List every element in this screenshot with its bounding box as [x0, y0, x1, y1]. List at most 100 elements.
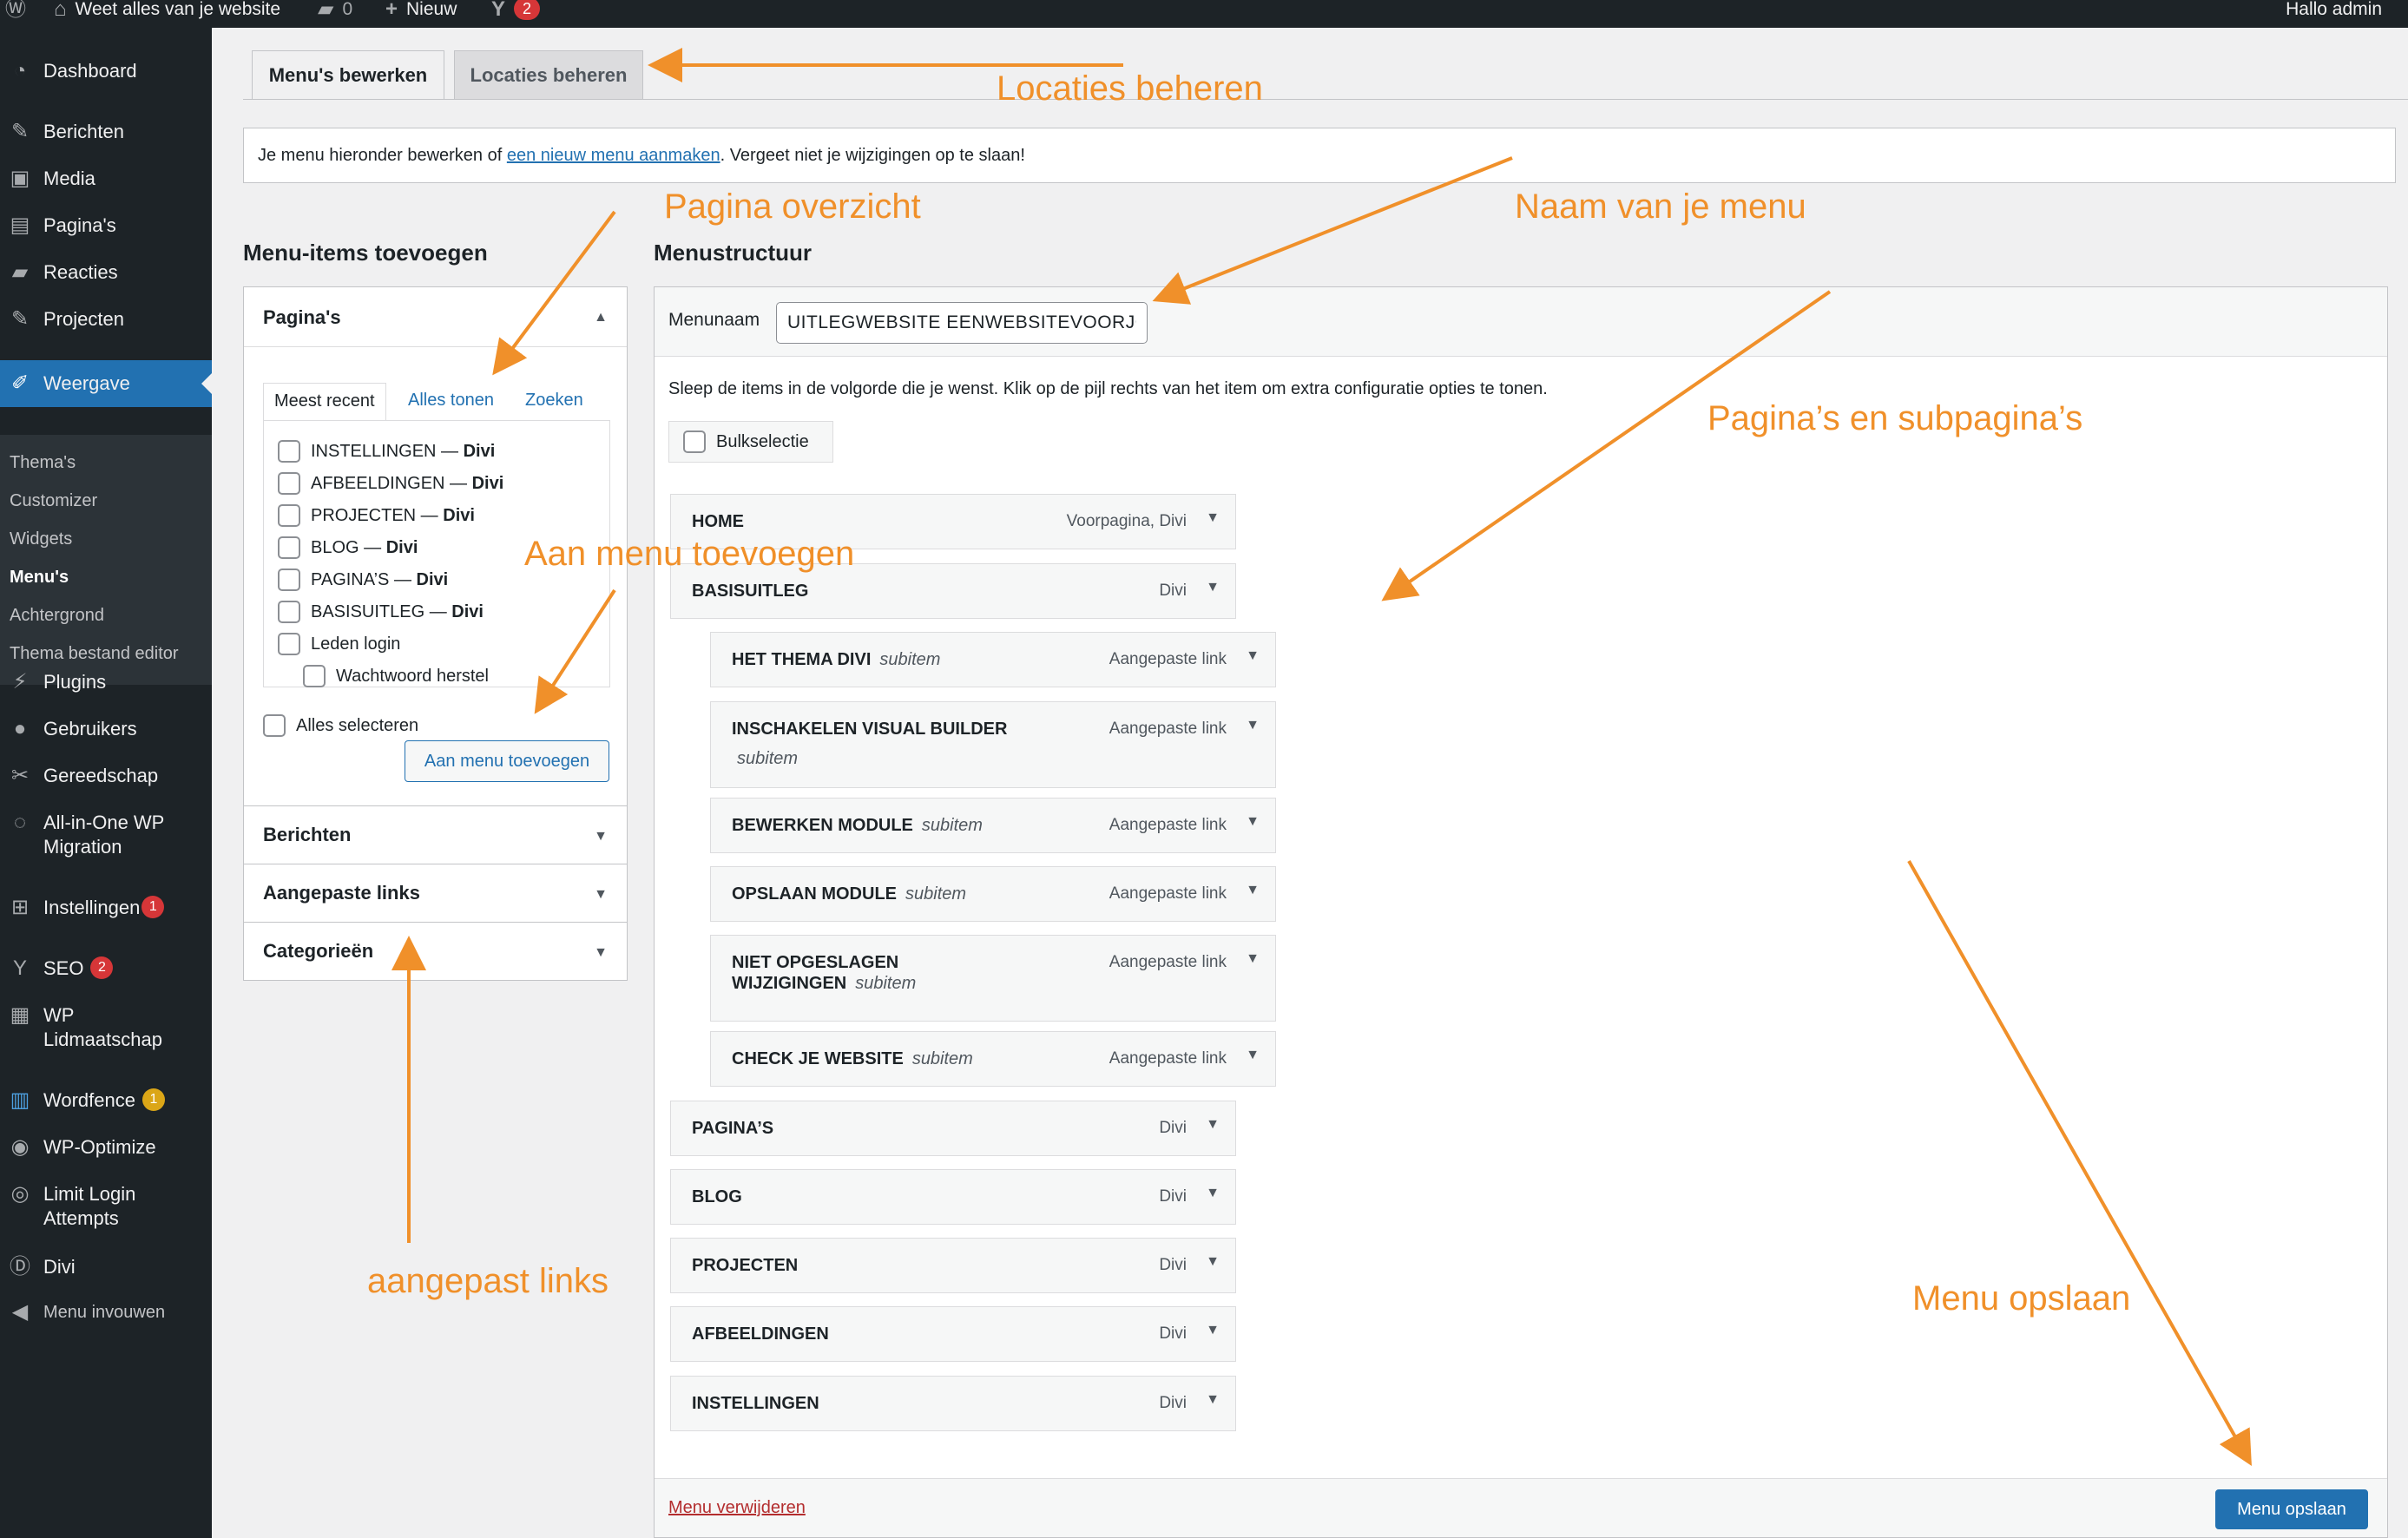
list-item[interactable]: PROJECTEN — Divi: [278, 504, 475, 527]
sidebar-item-projecten[interactable]: ✎ Projecten: [0, 307, 212, 332]
submenu-widgets[interactable]: Widgets: [10, 529, 72, 549]
submenu-customizer[interactable]: Customizer: [10, 490, 97, 511]
sidebar-item-berichten[interactable]: ✎ Berichten: [0, 120, 212, 144]
sidebar-item-gereedschap[interactable]: ✂ Gereedschap: [0, 764, 212, 788]
posts-section[interactable]: Berichten ▼: [243, 805, 628, 864]
sidebar-item-weergave[interactable]: ✐ Weergave: [0, 360, 212, 407]
sidebar-item-dashboard[interactable]: ◔ Dashboard: [0, 59, 212, 83]
list-item[interactable]: INSTELLINGEN — Divi: [278, 440, 495, 463]
annotation-menu-name: Naam van je menu: [1515, 187, 1806, 226]
submenu-themas[interactable]: Thema's: [10, 452, 76, 473]
menu-header: Menunaam: [655, 287, 2387, 357]
wrench-icon: ✂: [10, 764, 30, 787]
delete-menu-link[interactable]: Menu verwijderen: [668, 1498, 806, 1518]
sidebar-item-reacties[interactable]: ▰ Reacties: [0, 260, 212, 285]
sidebar-item-limit-login[interactable]: ◎ Limit Login Attempts: [0, 1182, 212, 1231]
comments-count: 0: [342, 0, 353, 19]
menu-item-row[interactable]: PROJECTEN Divi ▼: [670, 1238, 1236, 1293]
tab-search[interactable]: Zoeken: [515, 383, 594, 421]
create-new-menu-link[interactable]: een nieuw menu aanmaken: [507, 146, 720, 165]
toggle-arrow-icon[interactable]: ▼: [1246, 883, 1260, 898]
site-name: Weet alles van je website: [75, 0, 281, 19]
toggle-arrow-icon[interactable]: ▼: [1206, 580, 1220, 595]
pages-section-title[interactable]: Pagina's: [263, 306, 341, 329]
toggle-arrow-icon[interactable]: ▼: [1206, 1392, 1220, 1408]
sidebar-item-plugins[interactable]: ⚡ Plugins: [0, 670, 212, 694]
tab-most-recent[interactable]: Meest recent: [263, 383, 386, 421]
admin-sidebar: ◔ Dashboard ✎ Berichten ▣ Media ▤ Pagina's ▰…: [0, 28, 212, 1538]
menu-item-row[interactable]: INSTELLINGEN Divi ▼: [670, 1376, 1236, 1431]
custom-links-section[interactable]: Aangepaste links ▼: [243, 864, 628, 923]
tab-show-all[interactable]: Alles tonen: [398, 383, 504, 421]
sidebar-collapse[interactable]: ◀ Menu invouwen: [0, 1300, 212, 1324]
account-menu[interactable]: Hallo admin: [2286, 0, 2382, 28]
menu-item-row[interactable]: AFBEELDINGEN Divi ▼: [670, 1306, 1236, 1362]
checkbox[interactable]: [278, 601, 300, 623]
sidebar-item-paginas[interactable]: ▤ Pagina's: [0, 214, 212, 238]
toggle-arrow-icon[interactable]: ▼: [1246, 718, 1260, 733]
sidebar-item-wp-optimize[interactable]: ◉ WP-Optimize: [0, 1135, 212, 1160]
toggle-arrow-icon[interactable]: ▼: [1246, 814, 1260, 830]
sidebar-item-media[interactable]: ▣ Media: [0, 167, 212, 191]
checkbox[interactable]: [278, 536, 300, 559]
sidebar-item-wordfence[interactable]: ▥ Wordfence 1: [0, 1088, 212, 1113]
menu-subitem-row[interactable]: HET THEMA DIVI subitem Aangepaste link ▼: [710, 632, 1276, 687]
toggle-arrow-icon[interactable]: ▼: [1246, 648, 1260, 664]
tab-manage-locations[interactable]: Locaties beheren: [454, 50, 643, 99]
save-menu-button[interactable]: Menu opslaan: [2215, 1489, 2368, 1529]
page-icon: ▤: [10, 214, 30, 237]
toggle-arrow-icon[interactable]: ▼: [1246, 1048, 1260, 1063]
sidebar-item-divi[interactable]: Ⓓ Divi: [0, 1255, 212, 1279]
toggle-arrow-icon[interactable]: ▼: [1206, 510, 1220, 526]
tab-divider: [243, 99, 2408, 100]
menu-subitem-row[interactable]: INSCHAKELEN VISUAL BUILDER subitem Aange…: [710, 701, 1276, 788]
sidebar-item-wp-lidmaatschap[interactable]: ▦ WP Lidmaatschap: [0, 1003, 212, 1052]
new-content-link[interactable]: + Nieuw: [385, 0, 457, 28]
checkbox[interactable]: [278, 472, 300, 495]
menu-item-row[interactable]: PAGINA’S Divi ▼: [670, 1101, 1236, 1156]
add-menu-items-title: Menu-items toevoegen: [243, 240, 488, 266]
menu-footer: Menu verwijderen Menu opslaan: [655, 1478, 2387, 1537]
sidebar-item-seo[interactable]: Y SEO 2: [0, 956, 212, 981]
list-item[interactable]: BASISUITLEG — Divi: [278, 601, 484, 623]
bulk-select[interactable]: Bulkselectie: [668, 421, 833, 463]
menu-subitem-row[interactable]: NIET OPGESLAGEN WIJZIGINGEN subitem Aangep…: [710, 935, 1276, 1022]
toggle-arrow-icon[interactable]: ▼: [1206, 1254, 1220, 1270]
toggle-arrow-icon[interactable]: ▼: [1206, 1186, 1220, 1201]
categories-section[interactable]: Categorieën ▼: [243, 922, 628, 981]
list-item[interactable]: AFBEELDINGEN — Divi: [278, 472, 503, 495]
menu-name-input[interactable]: [776, 302, 1148, 344]
toggle-arrow-icon[interactable]: ▼: [1246, 951, 1260, 967]
submenu-achtergrond[interactable]: Achtergrond: [10, 605, 104, 626]
tab-edit-menus[interactable]: Menu's bewerken: [252, 50, 444, 100]
list-item[interactable]: Leden login: [278, 633, 400, 655]
list-item[interactable]: Wachtwoord herstel: [303, 665, 489, 687]
list-item[interactable]: PAGINA’S — Divi: [278, 569, 448, 591]
toggle-arrow-icon[interactable]: ▼: [1206, 1117, 1220, 1133]
sidebar-item-all-in-one-migration[interactable]: ◌ All-in-One WP Migration: [0, 811, 212, 859]
collapse-up-icon[interactable]: ▲: [594, 310, 608, 325]
site-name-link[interactable]: ⌂ Weet alles van je website: [54, 0, 280, 28]
bulk-select-checkbox[interactable]: [683, 431, 706, 453]
checkbox[interactable]: [278, 504, 300, 527]
submenu-menus[interactable]: Menu's: [10, 567, 69, 588]
menu-item-row[interactable]: BLOG Divi ▼: [670, 1169, 1236, 1225]
checkbox[interactable]: [278, 633, 300, 655]
toggle-arrow-icon[interactable]: ▼: [1206, 1323, 1220, 1338]
menu-subitem-row[interactable]: OPSLAAN MODULE subitem Aangepaste link ▼: [710, 866, 1276, 922]
comments-link[interactable]: ▰ 0: [318, 0, 352, 28]
list-item[interactable]: BLOG — Divi: [278, 536, 418, 559]
menu-subitem-row[interactable]: BEWERKEN MODULE subitem Aangepaste link ▼: [710, 798, 1276, 853]
submenu-theme-file-editor[interactable]: Thema bestand editor: [10, 643, 179, 664]
sidebar-item-instellingen[interactable]: ⊞ Instellingen 1: [0, 896, 212, 920]
select-all-checkbox[interactable]: [263, 714, 286, 737]
checkbox[interactable]: [278, 440, 300, 463]
yoast-menu[interactable]: Y 2: [491, 0, 541, 28]
select-all[interactable]: Alles selecteren: [263, 714, 418, 737]
menu-subitem-row[interactable]: CHECK JE WEBSITE subitem Aangepaste link …: [710, 1031, 1276, 1087]
wordpress-logo-icon[interactable]: Ⓦ: [5, 0, 26, 28]
checkbox[interactable]: [278, 569, 300, 591]
add-to-menu-button[interactable]: Aan menu toevoegen: [405, 740, 609, 782]
sidebar-item-gebruikers[interactable]: ● Gebruikers: [0, 717, 212, 741]
checkbox[interactable]: [303, 665, 326, 687]
